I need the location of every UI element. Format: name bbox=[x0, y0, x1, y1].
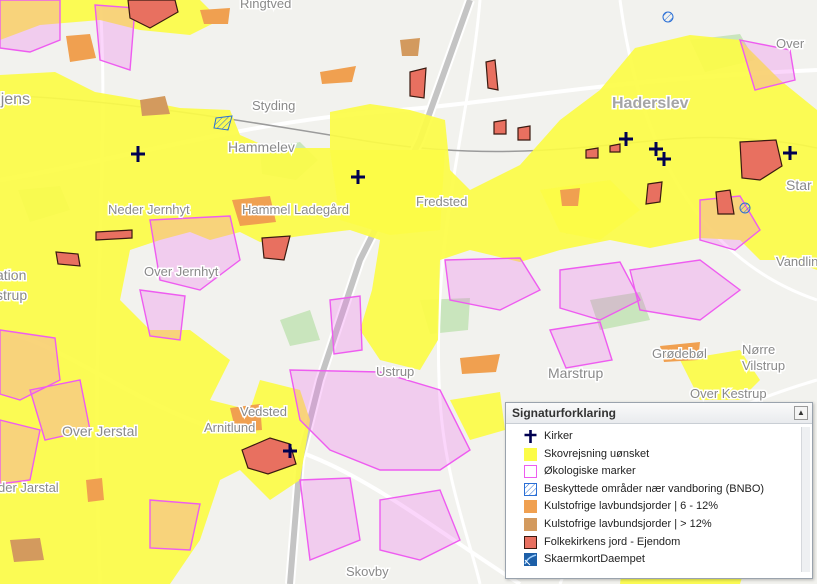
legend-label: Skovrejsning uønsket bbox=[544, 447, 650, 460]
place-label: Hammel Ladegård bbox=[242, 202, 349, 217]
place-label: Grødebøl bbox=[652, 346, 707, 361]
legend-item-basemap: SkaermkortDaempet bbox=[506, 551, 812, 569]
place-label: Over Jerstal bbox=[62, 423, 137, 439]
place-label: Arnitlund bbox=[204, 420, 255, 435]
legend-label: Beskyttede områder nær vandboring (BNBO) bbox=[544, 482, 765, 495]
place-label: Hammelev bbox=[228, 139, 295, 155]
place-label: der Jarstal bbox=[0, 480, 59, 495]
place-label: Fredsted bbox=[416, 194, 467, 209]
legend-item-skovrejsning: Skovrejsning uønsket bbox=[506, 446, 812, 464]
basemap-icon bbox=[524, 553, 537, 567]
legend-header: Signaturforklaring ▲ bbox=[506, 403, 812, 424]
legend-label: Økologiske marker bbox=[544, 465, 636, 478]
place-label: Over bbox=[776, 36, 805, 51]
hatch-swatch-icon bbox=[524, 482, 537, 496]
place-label: Over Jernhyt bbox=[144, 264, 219, 279]
legend-item-bnbo: Beskyttede områder nær vandboring (BNBO) bbox=[506, 481, 812, 499]
place-label: Skovby bbox=[346, 564, 389, 579]
place-label: Vojens bbox=[0, 91, 30, 108]
legend-item-lavbund-over-12: Kulstofrige lavbundsjorder | > 12% bbox=[506, 516, 812, 534]
legend-item-kirker: Kirker bbox=[506, 428, 812, 446]
place-label: Ringtved bbox=[240, 0, 291, 11]
place-label: Vandling bbox=[776, 254, 817, 269]
place-label: ation bbox=[0, 267, 26, 283]
legend-item-folkekirkens-jord: Folkekirkens jord - Ejendom bbox=[506, 534, 812, 552]
place-label: Marstrup bbox=[548, 365, 603, 381]
legend-panel[interactable]: Signaturforklaring ▲ Kirker Skovrejsning… bbox=[505, 402, 813, 579]
church-land-swatch-icon bbox=[524, 535, 537, 549]
legend-title: Signaturforklaring bbox=[512, 406, 617, 420]
legend-item-okologiske: Økologiske marker bbox=[506, 463, 812, 481]
place-label: Vilstrup bbox=[742, 358, 785, 373]
place-label: Haderslev bbox=[612, 95, 689, 112]
place-label: Ustrup bbox=[376, 364, 414, 379]
collapse-icon[interactable]: ▲ bbox=[794, 406, 808, 420]
place-label: Styding bbox=[252, 98, 295, 113]
legend-item-lavbund-6-12: Kulstofrige lavbundsjorder | 6 - 12% bbox=[506, 498, 812, 516]
legend-label: SkaermkortDaempet bbox=[544, 553, 645, 566]
legend-list: Kirker Skovrejsning uønsket Økologiske m… bbox=[506, 424, 812, 569]
place-label: Neder Jernhyt bbox=[108, 202, 190, 217]
yellow-swatch-icon bbox=[524, 447, 537, 461]
place-label: Vedsted bbox=[240, 404, 287, 419]
tan-swatch-icon bbox=[524, 517, 537, 531]
legend-label: Kulstofrige lavbundsjorder | > 12% bbox=[544, 517, 712, 530]
place-label: Nørre bbox=[742, 342, 775, 357]
legend-label: Folkekirkens jord - Ejendom bbox=[544, 535, 681, 548]
legend-label: Kirker bbox=[544, 430, 573, 442]
place-label: Over Kestrup bbox=[690, 386, 767, 401]
legend-scrollbar[interactable] bbox=[801, 427, 810, 572]
legend-label: Kulstofrige lavbundsjorder | 6 - 12% bbox=[544, 500, 719, 513]
place-label: strup bbox=[0, 287, 27, 303]
ecology-swatch-icon bbox=[524, 465, 537, 479]
orange-swatch-icon bbox=[524, 500, 537, 514]
place-label: Star bbox=[786, 177, 812, 193]
church-cross-icon bbox=[524, 430, 537, 443]
